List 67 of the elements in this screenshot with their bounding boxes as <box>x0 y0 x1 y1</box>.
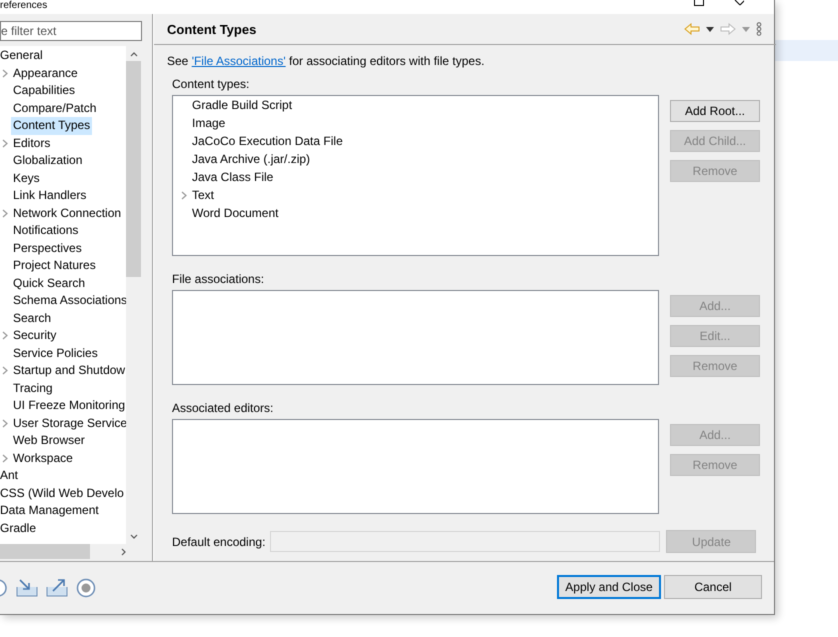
scroll-right-icon[interactable] <box>121 548 127 556</box>
tree-item[interactable]: Content Types <box>11 117 92 134</box>
content-type-item[interactable]: Gradle Build Script <box>192 98 292 112</box>
dialog-button[interactable]: Apply and Close <box>557 574 661 598</box>
tree-item[interactable]: Project Natures <box>11 257 98 274</box>
tree-item[interactable]: Link Handlers <box>11 187 88 204</box>
tree-item[interactable]: Capabilities <box>11 82 78 100</box>
tree-item[interactable]: Network Connection <box>11 204 124 222</box>
tree-item[interactable]: Search <box>11 310 54 327</box>
tree-item[interactable]: Gradle <box>0 520 36 537</box>
chevron-icon[interactable] <box>2 68 8 78</box>
tree-item[interactable]: Workspace <box>11 450 75 467</box>
content-type-item[interactable]: Word Document <box>192 206 278 220</box>
chevron-icon[interactable] <box>2 208 8 218</box>
record-icon[interactable] <box>76 578 96 598</box>
filter-field[interactable]: e filter text <box>0 21 142 41</box>
intro-text: See <box>167 54 190 68</box>
tree-item[interactable]: Ant <box>0 467 18 484</box>
tree-item[interactable]: Notifications <box>11 222 80 240</box>
tree-item[interactable]: Quick Search <box>11 274 88 292</box>
tree-item[interactable]: Editors <box>11 134 52 152</box>
tree-item[interactable]: CSS (Wild Web Develo <box>0 484 124 502</box>
close-icon[interactable] <box>734 0 744 6</box>
tree-item[interactable]: Service Policies <box>11 344 100 362</box>
scroll-up-icon[interactable] <box>130 51 138 57</box>
chevron-icon[interactable] <box>2 418 8 428</box>
tree-item[interactable]: Startup and Shutdow <box>11 362 126 380</box>
tree-item[interactable]: Keys <box>11 170 42 187</box>
tree-item[interactable]: Data Management <box>0 502 99 520</box>
page-title: Content Types <box>167 22 258 36</box>
content-type-item[interactable]: JaCoCo Execution Data File <box>192 134 343 148</box>
content-type-item[interactable]: Java Archive (.jar/.zip) <box>192 152 310 166</box>
export-icon[interactable] <box>46 579 68 597</box>
associated-editors-label: Associated editors: <box>172 401 274 415</box>
tree-item[interactable]: UI Freeze Monitoring <box>11 397 126 414</box>
chevron-icon[interactable] <box>2 366 8 376</box>
tree-item[interactable]: Appearance <box>11 64 80 82</box>
tree-item[interactable]: Globalization <box>11 152 84 170</box>
chevron-icon[interactable] <box>181 190 187 200</box>
chevron-icon[interactable] <box>2 331 8 340</box>
encoding-label: Default encoding: <box>172 534 266 548</box>
horizontal-scrollbar[interactable] <box>0 544 141 559</box>
file-associations-link[interactable]: 'File Associations' <box>192 54 286 68</box>
dialog-button[interactable]: Cancel <box>664 574 762 598</box>
back-arrow-icon[interactable] <box>684 23 700 35</box>
tree-item[interactable]: Compare/Patch <box>11 100 98 117</box>
content-type-item[interactable]: Java Class File <box>192 170 274 184</box>
forward-arrow-icon[interactable] <box>720 23 736 35</box>
tree-item[interactable]: Web Browser <box>11 432 87 450</box>
content-type-item[interactable]: Image <box>192 116 226 130</box>
dropdown-icon[interactable] <box>706 26 714 32</box>
chevron-icon[interactable] <box>2 138 8 148</box>
tree-item[interactable]: Tracing <box>11 380 55 397</box>
scroll-down-icon[interactable] <box>130 534 138 540</box>
content-type-button[interactable]: Add Root... <box>670 100 760 122</box>
content-type-item[interactable]: Text <box>192 188 214 202</box>
chevron-icon[interactable] <box>2 454 8 463</box>
file-associations-label: File associations: <box>172 272 266 286</box>
tree-item[interactable]: Perspectives <box>11 240 84 257</box>
import-icon[interactable] <box>16 579 38 597</box>
intro-text: for associating editors with file types. <box>288 54 484 68</box>
content-types-label: Content types: <box>172 77 250 91</box>
tree-item[interactable]: Security <box>11 327 58 344</box>
tree-item[interactable]: General <box>0 47 43 64</box>
maximize-icon[interactable] <box>694 0 704 6</box>
window-title: references <box>0 0 48 12</box>
more-icon[interactable] <box>756 22 762 36</box>
